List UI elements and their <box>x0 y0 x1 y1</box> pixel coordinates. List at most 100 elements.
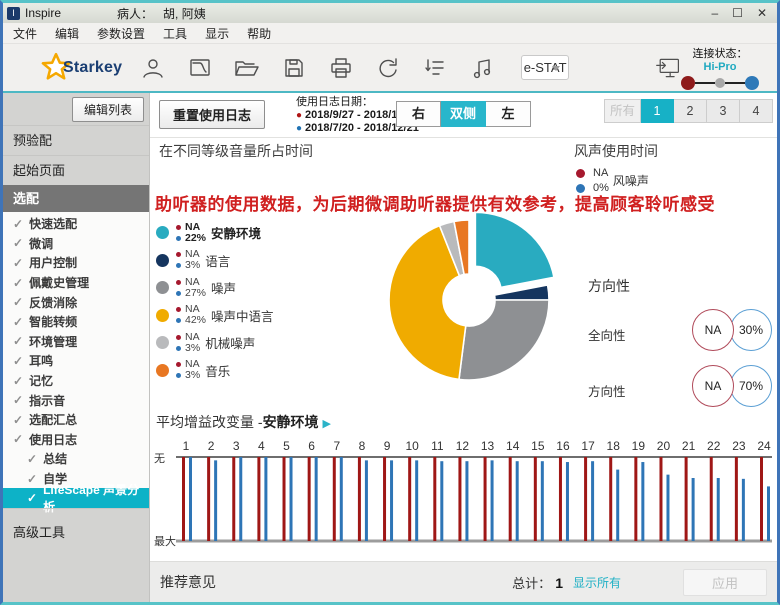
menu-settings[interactable]: 参数设置 <box>97 25 145 42</box>
memory-4-button[interactable]: 4 <box>740 99 773 123</box>
close-button[interactable]: ✕ <box>757 6 767 20</box>
sidebar-item-fitting[interactable]: 选配 <box>3 185 149 212</box>
svg-text:7: 7 <box>333 439 340 453</box>
sidebar-item-finetune[interactable]: ✓微调 <box>3 234 149 254</box>
legend-item: NA3% 音乐 <box>156 357 274 385</box>
svg-text:9: 9 <box>384 439 391 453</box>
audiogram-icon[interactable] <box>187 55 213 81</box>
send-to-device-icon[interactable] <box>655 55 681 81</box>
y-top-label: 无 <box>154 450 165 466</box>
red-dot-icon: ● <box>296 110 302 121</box>
gain-chart-title: 平均增益改变量 -安静环境 ▶ <box>156 412 331 432</box>
sidebar-item-advancedtools[interactable]: 高级工具 <box>3 508 149 602</box>
reset-datalog-button[interactable]: 重置使用日志 <box>159 100 265 129</box>
omni-na-circle: NA <box>692 309 734 351</box>
sidebar-item-summary[interactable]: ✓总结 <box>3 449 149 469</box>
edit-list-button[interactable]: 编辑列表 <box>72 97 144 122</box>
svg-text:24: 24 <box>757 439 771 453</box>
svg-text:2: 2 <box>208 439 215 453</box>
wind-label: 风噪声 <box>613 172 649 189</box>
connection-status: 连接状态： Hi-Pro <box>681 45 769 90</box>
sidebar-item-startpage[interactable]: 起始页面 <box>3 155 149 185</box>
wind-na: NA <box>593 167 608 179</box>
sidebar-item-freqshift[interactable]: ✓智能转频 <box>3 312 149 332</box>
sidebar-item-fitsummary[interactable]: ✓选配汇总 <box>3 410 149 430</box>
slice-color-dot <box>156 281 169 294</box>
side-toggle-left[interactable]: 左 <box>486 101 531 127</box>
svg-text:18: 18 <box>607 439 621 453</box>
memory-2-button[interactable]: 2 <box>674 99 707 123</box>
y-bottom-label: 最大 <box>154 533 176 549</box>
sidebar-item-lifescape[interactable]: ✓LifeScape 声景分析 <box>3 488 149 508</box>
sidebar: 编辑列表 预验配 起始页面 选配 ✓快速选配 ✓微调 ✓用户控制 ✓佩戴史管理 … <box>3 93 150 602</box>
svg-text:13: 13 <box>481 439 495 453</box>
recommendation-label: 推荐意见 <box>160 572 216 592</box>
check-icon: ✓ <box>13 354 23 368</box>
sidebar-item-prefit[interactable]: 预验配 <box>3 125 149 155</box>
slice-color-dot <box>156 254 169 267</box>
left-device-dot <box>745 76 759 90</box>
sidebar-item-usercontrol[interactable]: ✓用户控制 <box>3 253 149 273</box>
apply-button[interactable]: 应用 <box>683 569 767 596</box>
svg-text:8: 8 <box>359 439 366 453</box>
slice-color-dot <box>156 364 169 377</box>
connection-value: Hi-Pro <box>704 61 737 73</box>
side-toggle-right[interactable]: 右 <box>396 101 441 127</box>
svg-text:5: 5 <box>283 439 290 453</box>
svg-text:19: 19 <box>632 439 646 453</box>
check-icon: ✓ <box>13 256 23 270</box>
estat-dropdown[interactable]: e-STAT <box>521 55 569 80</box>
save-icon[interactable] <box>281 55 307 81</box>
memory-all-button[interactable]: 所有 <box>604 99 641 123</box>
legend-item: NA27% 噪声 <box>156 274 274 302</box>
sidebar-item-indicators[interactable]: ✓指示音 <box>3 390 149 410</box>
gain-bar-chart: 123456789101112131415161718192021222324 <box>176 437 772 547</box>
directional-values: NA 70% <box>692 365 772 407</box>
omni-values: NA 30% <box>692 309 772 351</box>
order-list-icon[interactable] <box>422 55 448 81</box>
undo-icon[interactable] <box>375 55 401 81</box>
menu-help[interactable]: 帮助 <box>247 25 271 42</box>
menu-tools[interactable]: 工具 <box>163 25 187 42</box>
memory-1-button[interactable]: 1 <box>641 99 674 123</box>
patient-icon[interactable] <box>140 55 166 81</box>
minimize-button[interactable]: – <box>711 6 718 20</box>
side-toggle-both[interactable]: 双侧 <box>441 101 486 127</box>
check-icon: ✓ <box>13 413 23 427</box>
directionality-title: 方向性 <box>588 276 630 296</box>
show-all-link[interactable]: 显示所有 <box>573 574 621 591</box>
svg-text:15: 15 <box>531 439 545 453</box>
patient-name: 胡, 阿姨 <box>163 7 206 21</box>
memory-3-button[interactable]: 3 <box>707 99 740 123</box>
svg-text:17: 17 <box>581 439 595 453</box>
expand-arrow-icon[interactable]: ▶ <box>322 418 330 430</box>
maximize-button[interactable]: ☐ <box>732 6 743 20</box>
menu-file[interactable]: 文件 <box>13 25 37 42</box>
starkey-logo: Starkey <box>39 51 122 85</box>
sidebar-item-memory[interactable]: ✓记忆 <box>3 371 149 391</box>
svg-text:10: 10 <box>405 439 419 453</box>
check-icon: ✓ <box>27 472 37 486</box>
sidebar-item-envmanager[interactable]: ✓环境管理 <box>3 332 149 352</box>
print-icon[interactable] <box>328 55 354 81</box>
sidebar-item-wearhistory[interactable]: ✓佩戴史管理 <box>3 273 149 293</box>
legend-item: NA3% 机械噪声 <box>156 329 274 357</box>
menu-edit[interactable]: 编辑 <box>55 25 79 42</box>
svg-text:1: 1 <box>183 439 190 453</box>
media-player-icon[interactable] <box>469 55 495 81</box>
svg-text:14: 14 <box>506 439 520 453</box>
sidebar-item-datalog[interactable]: ✓使用日志 <box>3 430 149 450</box>
open-session-icon[interactable] <box>234 55 260 81</box>
gain-bar-section: 无 最大 12345678910111213141516171819202122… <box>152 437 773 551</box>
directionality-section: 方向性 全向性 NA 30% 方向性 NA 70% <box>586 276 772 418</box>
sidebar-item-quickfit[interactable]: ✓快速选配 <box>3 214 149 234</box>
check-icon: ✓ <box>13 374 23 388</box>
sidebar-item-feedback[interactable]: ✓反馈消除 <box>3 292 149 312</box>
pie-legend: NA22% 安静环境 NA3% 语言 NA27% 噪声 NA42% 噪声中语言 <box>156 219 274 384</box>
sidebar-item-tinnitus[interactable]: ✓耳鸣 <box>3 351 149 371</box>
check-icon: ✓ <box>13 315 23 329</box>
menu-view[interactable]: 显示 <box>205 25 229 42</box>
svg-text:11: 11 <box>431 439 444 453</box>
wind-section-title: 风声使用时间 <box>574 141 658 161</box>
menu-bar: 文件 编辑 参数设置 工具 显示 帮助 <box>3 23 777 44</box>
